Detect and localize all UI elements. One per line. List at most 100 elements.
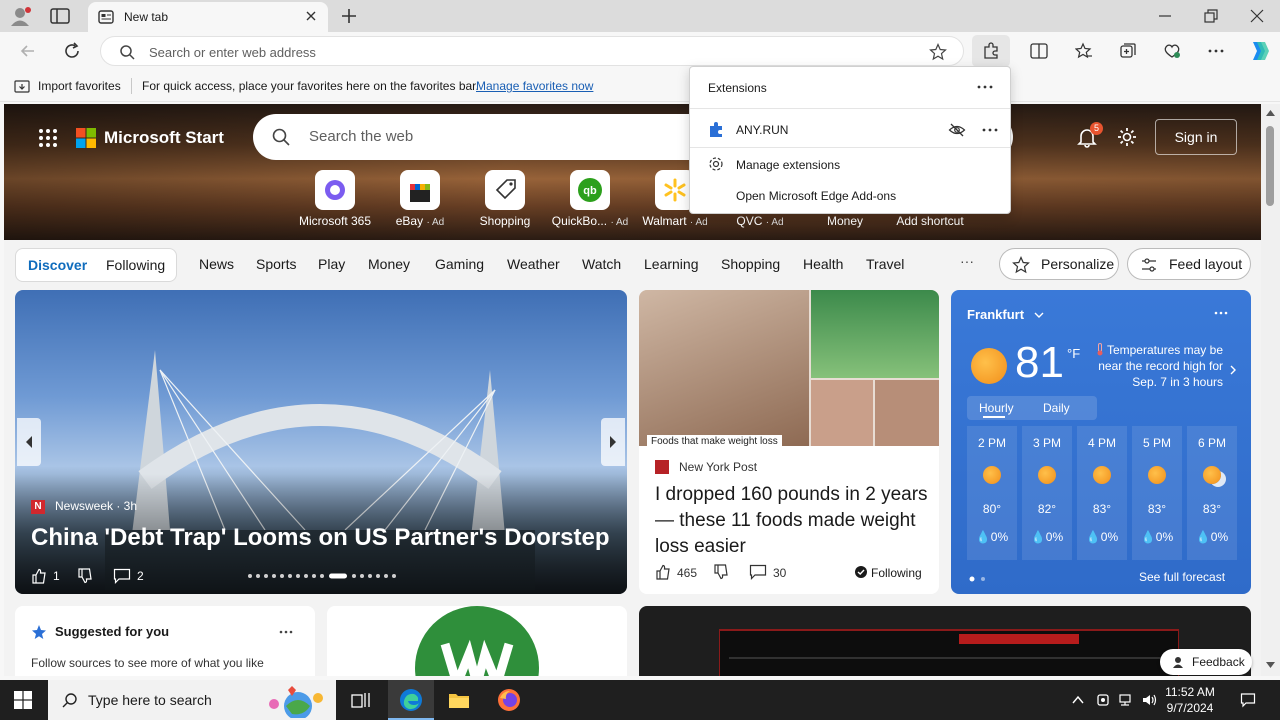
extensions-button[interactable] xyxy=(972,35,1010,67)
favorite-star-icon[interactable] xyxy=(929,43,947,61)
more-options-icon[interactable] xyxy=(980,121,1000,139)
feedback-button[interactable]: Feedback xyxy=(1160,649,1252,675)
tab-new-tab[interactable]: New tab xyxy=(88,2,328,32)
brand-title[interactable]: Microsoft Start xyxy=(104,128,224,148)
like-icon[interactable] xyxy=(655,564,671,580)
feed-layout-button[interactable]: Feed layout xyxy=(1127,248,1251,280)
hour-slot[interactable]: 3 PM 82° 💧0% xyxy=(1022,426,1072,560)
comment-icon[interactable] xyxy=(749,564,767,580)
close-window-icon[interactable] xyxy=(1249,8,1265,24)
extension-item-anyrun[interactable]: ANY.RUN xyxy=(690,115,1010,145)
scroll-down-icon[interactable] xyxy=(1266,662,1275,668)
tab-following[interactable]: Following xyxy=(106,257,165,273)
tab-hourly[interactable]: Hourly xyxy=(979,401,1014,415)
shortcut-quickbooks[interactable]: qb QuickBo... · Ad xyxy=(547,170,633,228)
refresh-icon[interactable] xyxy=(62,41,82,61)
like-icon[interactable] xyxy=(31,568,47,584)
chevron-down-icon[interactable] xyxy=(1033,310,1045,320)
profile-icon[interactable] xyxy=(10,6,32,26)
new-tab-icon[interactable] xyxy=(340,7,358,25)
nav-weather[interactable]: Weather xyxy=(507,256,560,272)
nav-learning[interactable]: Learning xyxy=(644,256,699,272)
following-status[interactable]: Following xyxy=(871,566,922,580)
task-view-button[interactable] xyxy=(338,680,384,720)
manage-extensions-item[interactable]: Manage extensions xyxy=(690,152,1010,180)
nav-health[interactable]: Health xyxy=(803,256,843,272)
open-addons-item[interactable]: Open Microsoft Edge Add-ons xyxy=(690,183,1010,211)
tab-daily[interactable]: Daily xyxy=(1043,401,1070,415)
news-card[interactable]: Foods that make weight loss New York Pos… xyxy=(639,290,939,594)
page-dots[interactable] xyxy=(969,576,989,582)
app-launcher-icon[interactable] xyxy=(38,128,58,148)
carousel-indicator[interactable] xyxy=(247,573,397,579)
network-icon[interactable] xyxy=(1118,692,1134,708)
taskbar-edge[interactable] xyxy=(388,680,434,720)
volume-icon[interactable] xyxy=(1141,692,1157,708)
personalize-button[interactable]: Personalize xyxy=(999,248,1119,280)
gaming-news-card[interactable] xyxy=(639,606,1251,676)
more-options-icon[interactable] xyxy=(279,630,293,634)
more-options-icon[interactable] xyxy=(1213,310,1229,316)
story-headline[interactable]: I dropped 160 pounds in 2 years — these … xyxy=(655,482,931,560)
nav-play[interactable]: Play xyxy=(318,256,345,272)
windows-start-icon[interactable] xyxy=(14,691,32,709)
shortcut-microsoft-365[interactable]: Microsoft 365 xyxy=(292,170,378,228)
shortcut-ebay[interactable]: eBay · Ad xyxy=(377,170,463,228)
scroll-thumb[interactable] xyxy=(1266,126,1274,206)
nav-news[interactable]: News xyxy=(199,256,234,272)
tab-actions-icon[interactable] xyxy=(50,8,70,24)
settings-gear-icon[interactable] xyxy=(1116,126,1138,148)
hour-slot[interactable]: 5 PM 83° 💧0% xyxy=(1132,426,1182,560)
hour-slot[interactable]: 4 PM 83° 💧0% xyxy=(1077,426,1127,560)
shortcut-shopping[interactable]: Shopping xyxy=(462,170,548,228)
sign-in-button[interactable]: Sign in xyxy=(1155,119,1237,155)
weather-card[interactable]: Frankfurt 81 °F Temperatures may be near… xyxy=(951,290,1251,594)
hour-slot[interactable]: 2 PM 80° 💧0% xyxy=(967,426,1017,560)
taskbar-search-box[interactable]: Type here to search xyxy=(48,680,336,720)
see-full-forecast-link[interactable]: See full forecast xyxy=(1139,570,1225,584)
weather-alert[interactable]: Temperatures may be near the record high… xyxy=(1091,342,1223,390)
favorites-icon[interactable] xyxy=(1075,42,1093,60)
dislike-icon[interactable] xyxy=(713,564,729,580)
nav-sports[interactable]: Sports xyxy=(256,256,296,272)
hidden-eye-icon[interactable] xyxy=(948,121,966,139)
temperature-unit[interactable]: °F xyxy=(1067,346,1080,361)
comment-icon[interactable] xyxy=(113,568,131,584)
more-menu-icon[interactable] xyxy=(1207,42,1225,60)
copilot-icon[interactable] xyxy=(1247,40,1271,62)
source-logo-card[interactable] xyxy=(327,606,627,676)
meet-now-icon[interactable] xyxy=(1095,692,1111,708)
more-options-icon[interactable] xyxy=(974,77,996,97)
manage-favorites-link[interactable]: Manage favorites now xyxy=(476,79,593,93)
page-scrollbar[interactable] xyxy=(1261,104,1280,676)
taskbar-file-explorer[interactable] xyxy=(436,680,482,720)
tab-discover[interactable]: Discover xyxy=(28,257,87,273)
story-source[interactable]: Newsweek · 3h xyxy=(55,499,137,513)
import-favorites-button[interactable]: Import favorites xyxy=(38,79,121,93)
system-clock[interactable]: 11:52 AM 9/7/2024 xyxy=(1160,684,1220,716)
collections-icon[interactable] xyxy=(1119,42,1137,60)
nav-money[interactable]: Money xyxy=(368,256,410,272)
taskbar-firefox[interactable] xyxy=(486,680,532,720)
story-source[interactable]: New York Post xyxy=(679,460,757,474)
weather-city[interactable]: Frankfurt xyxy=(967,307,1024,322)
back-icon[interactable] xyxy=(18,41,38,61)
nav-gaming[interactable]: Gaming xyxy=(435,256,484,272)
chevron-right-icon[interactable] xyxy=(1229,364,1237,376)
chevron-up-icon[interactable] xyxy=(1070,692,1086,708)
hour-slot[interactable]: 6 PM 83° 💧0% xyxy=(1187,426,1237,560)
nav-more-button[interactable]: ··· xyxy=(960,253,974,269)
scroll-up-icon[interactable] xyxy=(1266,110,1275,116)
close-tab-icon[interactable] xyxy=(304,9,318,23)
nav-shopping[interactable]: Shopping xyxy=(721,256,780,272)
restore-icon[interactable] xyxy=(1203,8,1219,24)
notification-center-icon[interactable] xyxy=(1240,692,1256,708)
story-headline[interactable]: China 'Debt Trap' Looms on US Partner's … xyxy=(31,524,610,552)
minimize-icon[interactable] xyxy=(1157,8,1173,24)
nav-watch[interactable]: Watch xyxy=(582,256,621,272)
split-screen-icon[interactable] xyxy=(1030,42,1048,60)
carousel-prev-button[interactable] xyxy=(17,418,41,466)
hero-news-card[interactable]: N Newsweek · 3h China 'Debt Trap' Looms … xyxy=(15,290,627,594)
dislike-icon[interactable] xyxy=(77,568,93,584)
nav-travel[interactable]: Travel xyxy=(866,256,904,272)
